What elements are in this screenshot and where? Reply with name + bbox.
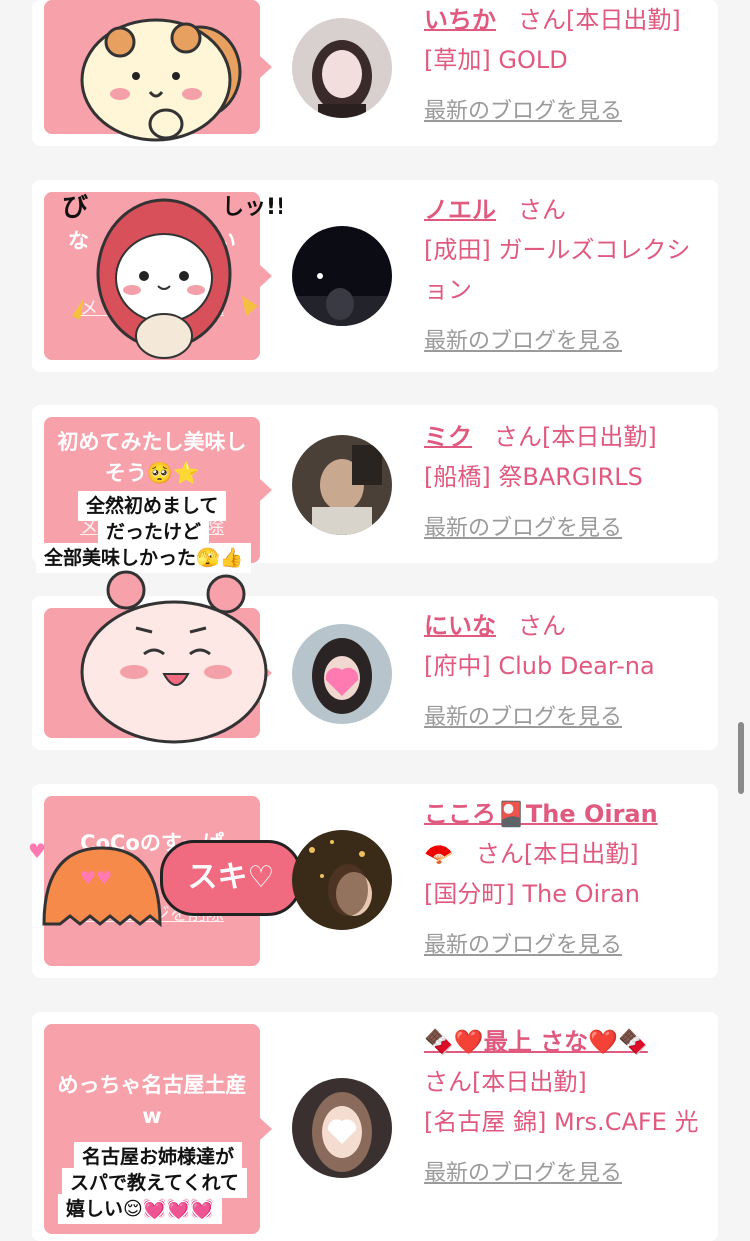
pink-hamster-sticker-icon	[80, 570, 268, 744]
bubble-text: めっちゃ名古屋土産w	[57, 1073, 247, 1128]
svg-text:♥♥: ♥♥	[80, 868, 112, 889]
girl-name-link[interactable]: ノエル	[424, 196, 496, 224]
girl-info: ミク さん[本日出勤] [船橋] 祭BARGIRLS 最新のブログを見る	[424, 417, 714, 549]
sticker-text-left: び	[62, 193, 88, 223]
avatar[interactable]	[292, 435, 392, 535]
sticker-text-right: しッ!!	[222, 195, 282, 220]
girl-info: こころ🎴The Oiran 🪭 さん[本日出勤] [国分町] The Oiran …	[424, 794, 714, 966]
latest-blog-link[interactable]: 最新のブログを見る	[424, 322, 714, 362]
latest-blog-link[interactable]: 最新のブログを見る	[424, 509, 714, 549]
latest-blog-link[interactable]: 最新のブログを見る	[424, 926, 714, 966]
girl-name-link[interactable]: にいな	[424, 612, 496, 640]
girl-name-link[interactable]: いちか	[424, 6, 496, 34]
girl-card[interactable]: にいな さん [府中] Club Dear-na 最新のブログを見る	[32, 570, 718, 750]
honorific: さん	[475, 840, 524, 868]
status-label: [本日出勤]	[472, 1068, 587, 1096]
hamster-sticker-icon	[80, 18, 242, 142]
honorific: さん	[518, 6, 566, 34]
svg-text:♥: ♥	[28, 839, 46, 863]
girl-info: いちか さん[本日出勤] [草加] GOLD 最新のブログを見る	[424, 0, 714, 132]
store-label: [国分町] The Oiran	[424, 880, 640, 908]
girl-card[interactable]: な い メ 除 び しッ!! ノエルさん [成田] ガールズコレクション 最新の…	[32, 180, 718, 372]
speech-sticker: スキ♡	[160, 840, 302, 916]
avatar[interactable]	[292, 624, 392, 724]
avatar[interactable]	[292, 18, 392, 118]
avatar[interactable]	[292, 1078, 392, 1178]
store-label: [成田] ガールズコレクション	[424, 236, 691, 304]
status-label: [本日出勤]	[566, 6, 681, 34]
girl-card[interactable]: CoCoのすーぱ メッセージを削除 ♥ ♥♥ スキ♡ こころ🎴The Oiran…	[28, 784, 718, 978]
scrollbar[interactable]	[738, 722, 744, 794]
girl-info: 🍫❤️最上 さな❤️🍫 さん[本日出勤] [名古屋 錦] Mrs.CAFE 光 …	[424, 1022, 714, 1194]
girl-card[interactable]: めっちゃ名古屋土産w 名古屋お姉様達が スパで教えてくれて 嬉しい😌💓💓💓 🍫❤…	[32, 1012, 718, 1241]
girl-info: ノエル さん [成田] ガールズコレクション 最新のブログを見る	[424, 190, 714, 362]
latest-blog-link[interactable]: 最新のブログを見る	[424, 1154, 714, 1194]
latest-blog-link[interactable]: 最新のブログを見る	[424, 92, 714, 132]
store-label: [名古屋 錦] Mrs.CAFE 光	[424, 1108, 699, 1136]
red-hood-sticker-icon: び しッ!!	[62, 193, 282, 359]
girl-card[interactable]: 初めてみたし美味しそう🥺⭐ メ 除 全然初めまして だったけど 全部美味しかった…	[32, 405, 718, 573]
store-label: [府中] Club Dear-na	[424, 652, 655, 680]
girl-info: にいな さん [府中] Club Dear-na 最新のブログを見る	[424, 606, 714, 738]
caption-sticker-line-3: 嬉しい😌💓💓💓	[58, 1194, 222, 1224]
store-label: [草加] GOLD	[424, 46, 568, 74]
latest-blog-link[interactable]: 最新のブログを見る	[424, 698, 714, 738]
honorific: さん	[518, 196, 566, 224]
girl-name-link[interactable]: ミク	[424, 423, 472, 451]
avatar[interactable]	[292, 226, 392, 326]
bubble-text: 初めてみたし美味しそう🥺⭐	[57, 430, 247, 485]
sticker-text: スキ♡	[187, 860, 275, 895]
status-label: [本日出勤]	[542, 423, 657, 451]
honorific: さん	[518, 612, 566, 640]
avatar[interactable]	[292, 830, 392, 930]
girl-name-link[interactable]: こころ🎴The Oiran	[424, 800, 658, 828]
honorific: さん	[494, 423, 542, 451]
status-label: [本日出勤]	[523, 840, 639, 868]
honorific: さん	[424, 1068, 472, 1096]
girl-card[interactable]: 除 いちかさん[本日出勤] [草加] GOLD 最新のブログを見る	[32, 0, 718, 146]
girl-name-link[interactable]: 🍫❤️最上 さな❤️🍫	[424, 1028, 648, 1056]
girl-name-continued: 🪭	[424, 840, 454, 868]
store-label: [船橋] 祭BARGIRLS	[424, 463, 643, 491]
